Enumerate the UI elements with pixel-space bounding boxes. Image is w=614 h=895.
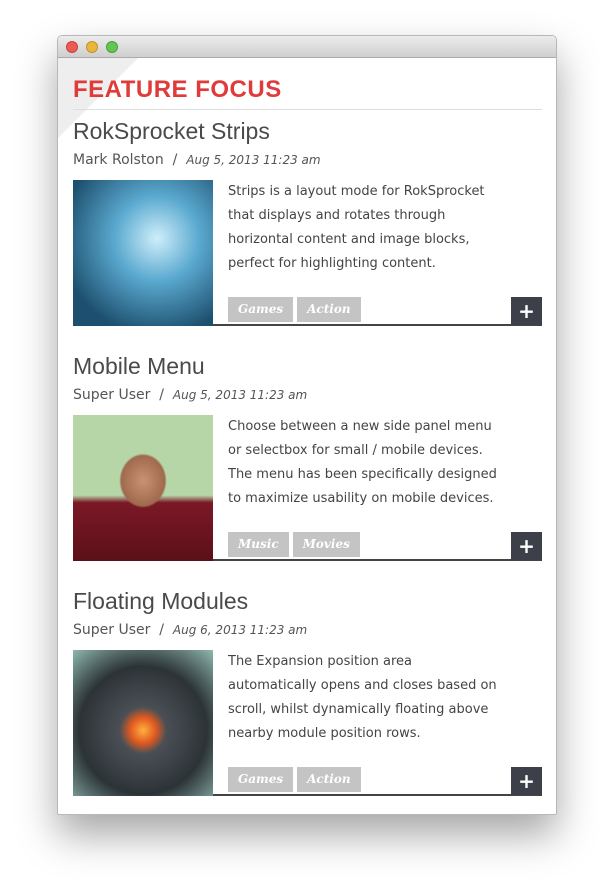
meta-separator: / xyxy=(159,622,165,638)
divider xyxy=(213,559,542,561)
article-image[interactable] xyxy=(73,650,213,796)
article-item: Mobile Menu Super User / Aug 5, 2013 11:… xyxy=(73,353,542,583)
feature-module: FEATURE FOCUS RokSprocket Strips Mark Ro… xyxy=(73,58,542,796)
tag-list: Games Action xyxy=(228,297,361,322)
article-date: Aug 6, 2013 11:23 am xyxy=(172,623,308,637)
read-more-button[interactable]: + xyxy=(511,532,542,560)
zoom-window-button[interactable] xyxy=(106,41,118,53)
tag[interactable]: Movies xyxy=(292,532,360,557)
meta-separator: / xyxy=(172,152,178,168)
article-meta: Super User / Aug 6, 2013 11:23 am xyxy=(73,622,307,638)
tag-list: Games Action xyxy=(228,767,361,792)
tag[interactable]: Games xyxy=(228,767,294,792)
tag[interactable]: Action xyxy=(297,297,361,322)
tag[interactable]: Music xyxy=(228,532,289,557)
divider xyxy=(213,794,542,796)
tag-list: Music Movies xyxy=(228,532,360,557)
article-image[interactable] xyxy=(73,180,213,326)
close-window-button[interactable] xyxy=(66,41,78,53)
title-bar xyxy=(58,36,556,58)
divider xyxy=(213,324,542,326)
article-date: Aug 5, 2013 11:23 am xyxy=(172,388,308,402)
article-title[interactable]: Floating Modules xyxy=(73,588,248,615)
article-item: RokSprocket Strips Mark Rolston / Aug 5,… xyxy=(73,118,542,348)
article-description: Strips is a layout mode for RokSprocket … xyxy=(228,184,485,271)
article-meta: Mark Rolston / Aug 5, 2013 11:23 am xyxy=(73,152,321,168)
tag[interactable]: Games xyxy=(228,297,294,322)
browser-window: FEATURE FOCUS RokSprocket Strips Mark Ro… xyxy=(57,35,557,815)
article-description: The Expansion position area automaticall… xyxy=(228,654,497,741)
article-author: Super User xyxy=(73,387,151,403)
article-description: Choose between a new side panel menu or … xyxy=(228,419,497,506)
module-title: FEATURE FOCUS xyxy=(73,76,542,110)
tag[interactable]: Action xyxy=(297,767,361,792)
article-date: Aug 5, 2013 11:23 am xyxy=(186,153,321,167)
article-author: Super User xyxy=(73,622,151,638)
article-author: Mark Rolston xyxy=(73,152,164,168)
meta-separator: / xyxy=(159,387,165,403)
article-item: Floating Modules Super User / Aug 6, 201… xyxy=(73,588,542,814)
minimize-window-button[interactable] xyxy=(86,41,98,53)
read-more-button[interactable]: + xyxy=(511,297,542,325)
article-title[interactable]: Mobile Menu xyxy=(73,353,205,380)
article-meta: Super User / Aug 5, 2013 11:23 am xyxy=(73,387,307,403)
article-image[interactable] xyxy=(73,415,213,561)
article-title[interactable]: RokSprocket Strips xyxy=(73,118,270,145)
read-more-button[interactable]: + xyxy=(511,767,542,795)
